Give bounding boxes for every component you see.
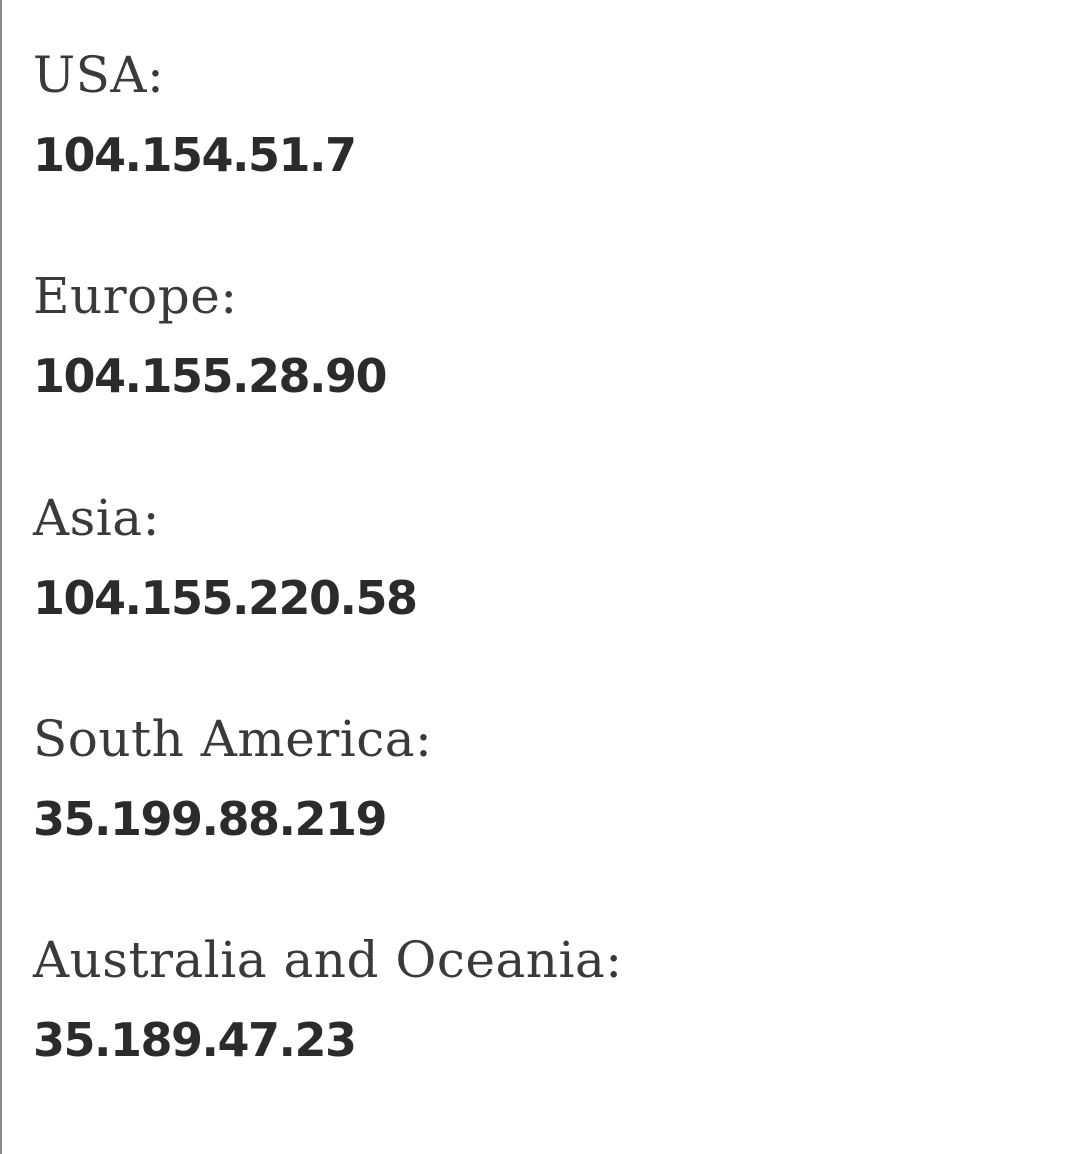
ip-address: 104.154.51.7 — [33, 128, 357, 182]
ip-address: 35.189.47.23 — [33, 1013, 357, 1067]
server-entry-europe: Europe: 104.155.28.90 — [33, 266, 388, 406]
server-entry-asia: Asia: 104.155.220.58 — [33, 488, 418, 628]
ip-address: 104.155.28.90 — [33, 349, 388, 403]
region-label: USA: — [33, 46, 165, 104]
server-list-page: USA: 104.154.51.7 Europe: 104.155.28.90 … — [0, 0, 1080, 1154]
server-entry-australia-oceania: Australia and Oceania: 35.189.47.23 — [33, 930, 623, 1070]
server-entry-usa: USA: 104.154.51.7 — [33, 45, 357, 185]
ip-address: 104.155.220.58 — [33, 571, 418, 625]
server-entry-south-america: South America: 35.199.88.219 — [33, 709, 432, 849]
region-label: South America: — [33, 710, 433, 768]
ip-address: 35.199.88.219 — [33, 792, 388, 846]
region-label: Europe: — [33, 267, 238, 325]
region-label: Australia and Oceania: — [33, 931, 623, 989]
region-label: Asia: — [33, 489, 160, 547]
